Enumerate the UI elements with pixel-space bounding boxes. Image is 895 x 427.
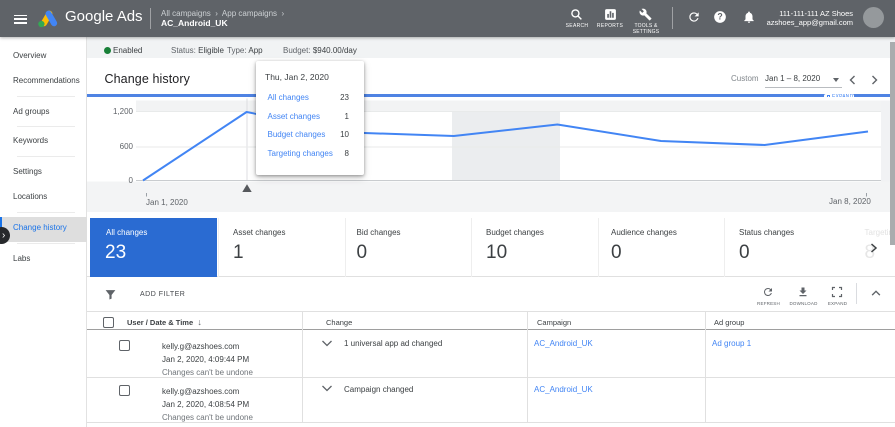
svg-text:?: ?	[717, 12, 722, 22]
